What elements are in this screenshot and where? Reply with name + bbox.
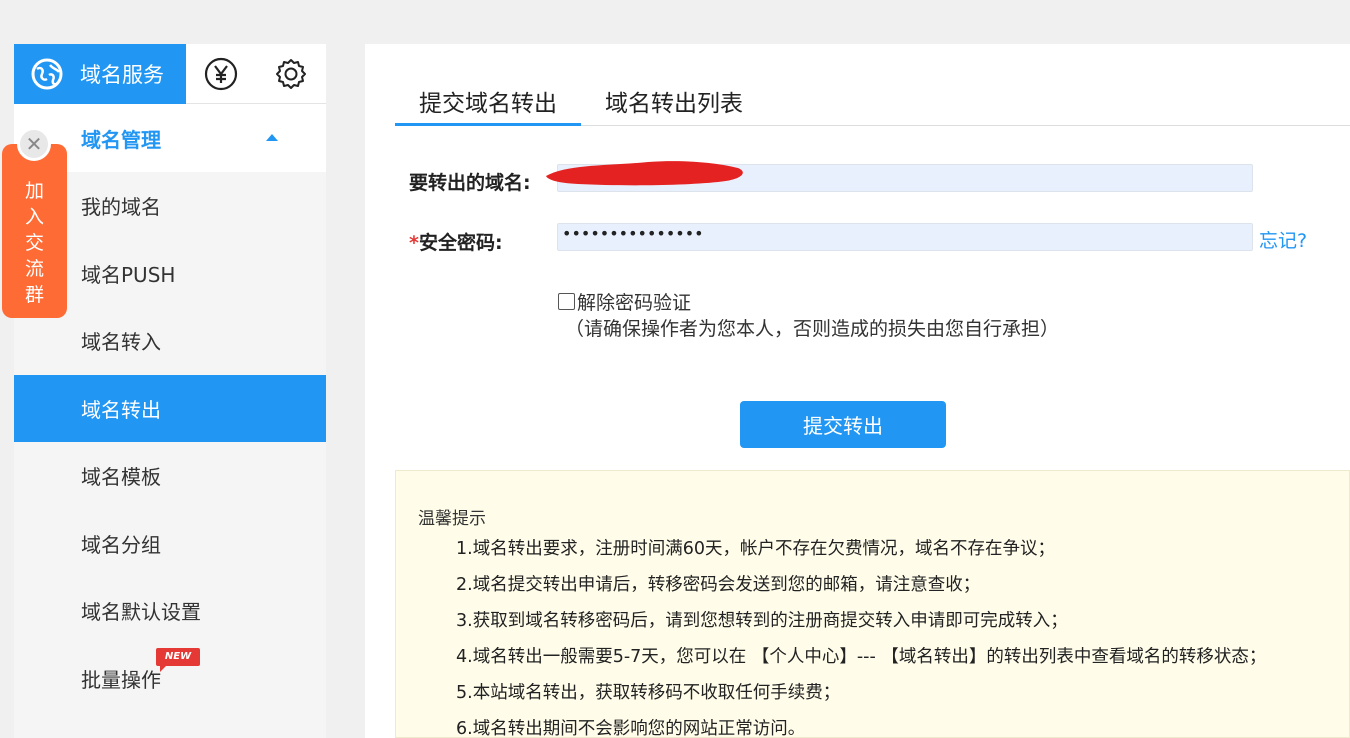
tip-item: 2.域名提交转出申请后，转移密码会发送到您的邮箱，请注意查收； [456, 575, 981, 595]
sidebar-item-domain-transfer-out[interactable]: 域名转出 [14, 374, 326, 442]
sidebar-item-label: 域名模板 [81, 465, 161, 490]
gear-icon [276, 59, 306, 89]
tab-bar: 提交域名转出 域名转出列表 [395, 84, 1350, 126]
tab-domain-service-label: 域名服务 [80, 63, 164, 87]
tips-list: 1.域名转出要求，注册时间满60天，帐户不存在欠费情况，域名不存在争议； 2.域… [456, 535, 1266, 738]
tab-domain-service[interactable]: 域名服务 [14, 44, 186, 104]
sidebar-item-label: 域名转出 [81, 397, 161, 422]
tab-settings[interactable] [256, 44, 326, 104]
close-icon[interactable]: ✕ [17, 127, 51, 161]
domain-field-label: 要转出的域名: [409, 172, 531, 194]
tips-title: 温馨提示 [418, 509, 486, 529]
join-group-char: 流 [24, 258, 44, 280]
sidebar-item-label: 我的域名 [81, 195, 161, 220]
password-field-label: *安全密码: [409, 228, 503, 255]
sidebar-item-label: 域名分组 [81, 532, 161, 557]
forgot-password-link[interactable]: 忘记? [1259, 226, 1307, 253]
tips-box: 温馨提示 1.域名转出要求，注册时间满60天，帐户不存在欠费情况，域名不存在争议… [395, 470, 1350, 738]
join-group-char: 加 [24, 180, 44, 202]
tab-submit-transfer-out[interactable]: 提交域名转出 [395, 84, 581, 126]
tab-billing[interactable] [186, 44, 256, 104]
yen-icon [204, 57, 238, 91]
sidebar-item-domain-groups[interactable]: 域名分组 [14, 510, 326, 578]
sidebar-group-label: 域名管理 [81, 127, 161, 152]
disable-verify-checkbox[interactable] [558, 293, 575, 310]
join-group-char: 群 [24, 284, 44, 306]
disable-verify-row: 解除密码验证 [558, 288, 691, 315]
main-panel: 提交域名转出 域名转出列表 要转出的域名: *安全密码: •••••••••••… [365, 44, 1350, 738]
password-input[interactable]: ••••••••••••••• [557, 223, 1253, 251]
disable-verify-label: 解除密码验证 [577, 292, 692, 314]
globe-icon [31, 58, 63, 90]
sidebar-item-domain-templates[interactable]: 域名模板 [14, 442, 326, 510]
sidebar-item-label: 域名默认设置 [81, 600, 201, 625]
sidebar-item-label: 批量操作 [81, 667, 161, 692]
tip-item: 3.获取到域名转移密码后，请到您想转到的注册商提交转入申请即可完成转入； [456, 611, 1068, 631]
sidebar-tabs: 域名服务 [14, 44, 326, 104]
sidebar-item-label: 域名PUSH [81, 262, 176, 287]
join-group-char: 交 [24, 232, 44, 254]
tip-item: 6.域名转出期间不会影响您的网站正常访问。 [456, 719, 806, 738]
sidebar-item-label: 域名转入 [81, 330, 161, 355]
disable-verify-note: （请确保操作者为您本人，否则造成的损失由您自行承担） [565, 318, 1060, 340]
join-group-button[interactable]: 加 入 交 流 群 [2, 144, 67, 318]
tip-item: 4.域名转出一般需要5-7天，您可以在 【个人中心】--- 【域名转出】的转出列… [456, 647, 1267, 667]
new-badge: NEW [156, 647, 200, 672]
redaction-mark [546, 161, 743, 186]
submit-transfer-out-button[interactable]: 提交转出 [740, 401, 946, 448]
sidebar-item-domain-default-settings[interactable]: 域名默认设置 [14, 577, 326, 645]
sidebar-item-batch-operations[interactable]: NEW 批量操作 [14, 645, 326, 713]
tip-item: 1.域名转出要求，注册时间满60天，帐户不存在欠费情况，域名不存在争议； [456, 539, 1055, 559]
password-label-text: 安全密码: [418, 232, 503, 254]
join-group-char: 入 [24, 206, 44, 228]
caret-up-icon [266, 134, 278, 141]
tip-item: 5.本站域名转出，获取转移码不收取任何手续费； [456, 683, 841, 703]
tab-transfer-out-list[interactable]: 域名转出列表 [581, 84, 767, 126]
required-mark: * [409, 232, 419, 254]
